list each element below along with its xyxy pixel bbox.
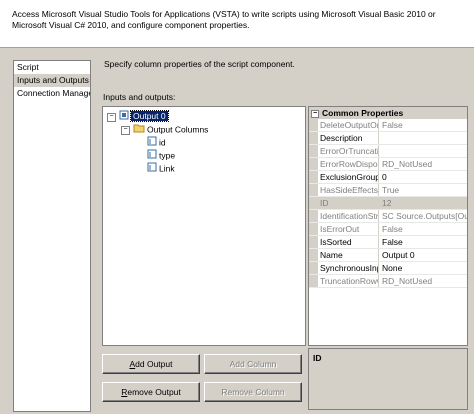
property-row[interactable]: IsSorted False <box>309 236 467 249</box>
property-row[interactable]: ErrorOrTruncatio <box>309 145 467 158</box>
property-value[interactable]: None <box>379 262 467 274</box>
property-grid[interactable]: − Common Properties DeleteOutputOn False D… <box>308 106 468 346</box>
property-name: IdentificationStr <box>320 210 379 222</box>
property-name: TruncationRowC <box>320 275 379 287</box>
property-name: Description <box>318 132 379 144</box>
property-row[interactable]: TruncationRowC RD_NotUsed <box>309 275 467 288</box>
column-label[interactable]: type <box>159 150 175 160</box>
collapse-icon[interactable]: − <box>107 112 116 122</box>
property-category[interactable]: − Common Properties <box>309 107 467 119</box>
property-value[interactable]: Output 0 <box>379 249 467 261</box>
nav-item-inputs-and-outputs[interactable]: Inputs and Outputs <box>14 74 90 87</box>
tree-node-output[interactable]: − Output 0 <box>107 110 169 124</box>
property-name: ID <box>318 197 379 209</box>
property-value[interactable]: True <box>379 184 467 196</box>
tree-node-column[interactable]: type <box>147 149 175 162</box>
column-icon <box>147 136 157 150</box>
column-label[interactable]: id <box>159 137 166 147</box>
property-value[interactable]: 12 <box>379 197 467 209</box>
property-row[interactable]: HasSideEffects True <box>309 184 467 197</box>
collapse-icon[interactable]: − <box>121 125 130 135</box>
inputs-outputs-tree[interactable]: − Output 0 − Output Columns id type Link <box>102 106 306 346</box>
collapse-icon[interactable]: − <box>311 109 319 118</box>
property-value[interactable] <box>379 132 467 144</box>
property-row[interactable]: SynchronousInp None <box>309 262 467 275</box>
remove-column-button[interactable]: Remove Column <box>204 382 302 402</box>
tree-node-output-label[interactable]: Output 0 <box>130 110 169 123</box>
property-value[interactable]: 0 <box>379 171 467 183</box>
page-description: Specify column properties of the script … <box>104 59 295 69</box>
button-label: dd Output <box>135 359 173 369</box>
property-row[interactable]: IdentificationStr SC Source.Outputs[Ou <box>309 210 467 223</box>
property-name: ErrorRowDisposi <box>320 158 379 170</box>
nav-item-script[interactable]: Script <box>14 61 90 74</box>
property-name: HasSideEffects <box>320 184 379 196</box>
property-row[interactable]: IsErrorOut False <box>309 223 467 236</box>
property-description-title: ID <box>313 353 322 363</box>
property-name: DeleteOutputOn <box>320 119 379 131</box>
add-output-button[interactable]: Add Output <box>102 354 200 374</box>
tree-node-column[interactable]: Link <box>147 162 175 175</box>
property-name: IsSorted <box>318 236 379 248</box>
header-text: Access Microsoft Visual Studio Tools for… <box>12 9 436 30</box>
property-row[interactable]: Description <box>309 132 467 145</box>
column-label[interactable]: Link <box>159 163 175 173</box>
property-name: IsErrorOut <box>318 223 379 235</box>
property-row[interactable]: ErrorRowDisposi RD_NotUsed <box>309 158 467 171</box>
property-name: SynchronousInp <box>320 262 379 274</box>
nav-item-connection-managers[interactable]: Connection Managers <box>14 87 90 100</box>
output-icon <box>119 110 129 124</box>
property-row[interactable]: ID 12 <box>309 197 467 210</box>
property-description-box: ID <box>308 348 468 410</box>
property-value[interactable]: False <box>379 119 467 131</box>
add-column-button[interactable]: Add Column <box>204 354 302 374</box>
property-value[interactable] <box>379 145 467 157</box>
dialog-header: Access Microsoft Visual Studio Tools for… <box>0 0 474 48</box>
page-nav-list: Script Inputs and Outputs Connection Man… <box>13 60 91 412</box>
tree-label: Inputs and outputs: <box>103 92 176 102</box>
tree-node-folder-label[interactable]: Output Columns <box>147 124 208 134</box>
column-icon <box>147 162 157 176</box>
button-label: emove Output <box>127 387 181 397</box>
remove-output-button[interactable]: Remove Output <box>102 382 200 402</box>
property-value[interactable]: False <box>379 236 467 248</box>
property-category-label: Common Properties <box>322 108 404 118</box>
property-value[interactable]: False <box>379 223 467 235</box>
property-row[interactable]: Name Output 0 <box>309 249 467 262</box>
tree-node-output-columns[interactable]: − Output Columns <box>121 123 208 136</box>
property-value[interactable]: RD_NotUsed <box>379 275 467 287</box>
column-icon <box>147 149 157 163</box>
property-row[interactable]: DeleteOutputOn False <box>309 119 467 132</box>
property-name: ExclusionGroup <box>320 171 379 183</box>
tree-node-column[interactable]: id <box>147 136 166 149</box>
property-name: ErrorOrTruncatio <box>320 145 379 157</box>
property-value[interactable]: SC Source.Outputs[Ou <box>379 210 467 222</box>
folder-icon <box>133 123 145 137</box>
property-value[interactable]: RD_NotUsed <box>379 158 467 170</box>
property-name: Name <box>318 249 379 261</box>
property-row[interactable]: ExclusionGroup 0 <box>309 171 467 184</box>
